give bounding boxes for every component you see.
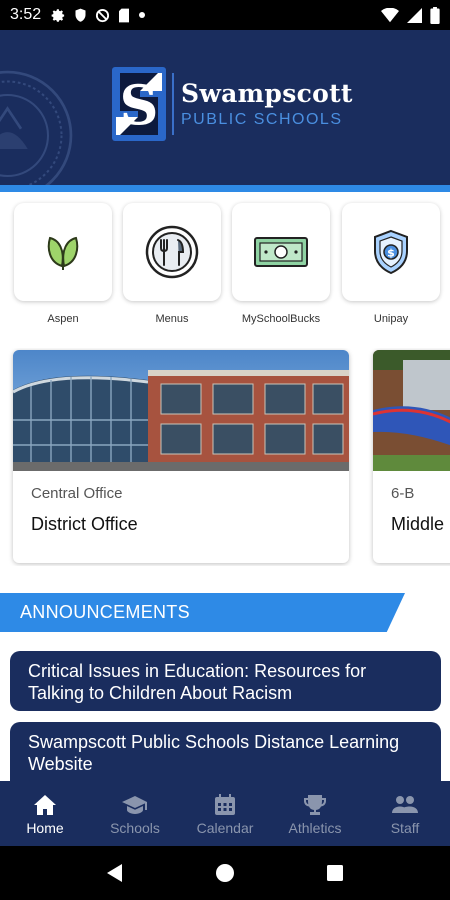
nav-label: Calendar — [196, 820, 254, 836]
signal-icon — [407, 7, 422, 23]
nav-label: Staff — [390, 820, 420, 836]
shield-icon — [75, 8, 86, 22]
home-icon — [34, 795, 56, 815]
leaf-icon — [47, 236, 79, 270]
schools-carousel[interactable]: Central Office District Office 6-B Middl… — [0, 348, 450, 566]
announcements-heading: ANNOUNCEMENTS — [0, 593, 405, 632]
announcements-heading-label: ANNOUNCEMENTS — [20, 602, 190, 622]
plate-utensils-icon — [145, 225, 199, 279]
nav-label: Athletics — [288, 820, 342, 836]
district-subtitle: PUBLIC SCHOOLS — [181, 110, 343, 128]
announcement-item[interactable]: Swampscott Public Schools Distance Learn… — [10, 722, 441, 781]
quick-link-myschoolbucks[interactable]: MySchoolBucks — [232, 203, 330, 325]
dot-icon — [139, 12, 146, 18]
nav-schools[interactable]: Schools — [90, 781, 180, 846]
sd-card-icon — [119, 8, 130, 22]
status-bar: 3:52 — [0, 0, 450, 30]
trophy-icon — [304, 795, 326, 815]
header-accent-stripe — [0, 185, 450, 192]
nav-staff[interactable]: Staff — [360, 781, 450, 846]
quick-link-label: Aspen — [47, 313, 79, 325]
district-name: Swampscott — [181, 78, 353, 108]
school-card-middle[interactable]: 6-B Middle — [373, 350, 450, 563]
quick-link-menus[interactable]: Menus — [123, 203, 221, 325]
home-circle-icon[interactable] — [215, 863, 235, 883]
nav-athletics[interactable]: Athletics — [270, 781, 360, 846]
announcement-item[interactable]: Critical Issues in Education: Resources … — [10, 651, 441, 711]
school-card-district-office[interactable]: Central Office District Office — [13, 350, 349, 563]
school-photo — [373, 350, 450, 471]
app-header: S Swampscott PUBLIC SCHOOLS — [0, 30, 450, 185]
nav-home[interactable]: Home — [0, 781, 90, 846]
quick-link-label: MySchoolBucks — [241, 313, 321, 325]
nav-label: Home — [26, 820, 64, 836]
school-card-subtitle: 6-B — [391, 485, 415, 502]
announcement-text: Critical Issues in Education: Resources … — [28, 661, 367, 703]
quick-link-label: Menus — [155, 313, 189, 325]
quick-link-aspen[interactable]: Aspen — [14, 203, 112, 325]
announcement-text: Swampscott Public Schools Distance Learn… — [28, 732, 400, 774]
quick-link-label: Unipay — [373, 313, 409, 325]
school-photo — [13, 350, 349, 471]
logo-divider — [172, 73, 174, 135]
recents-icon[interactable] — [326, 864, 344, 882]
school-card-subtitle: Central Office — [31, 485, 123, 502]
town-seal-watermark — [0, 70, 73, 185]
dollar-shield-icon: $ — [374, 229, 408, 275]
graduation-cap-icon — [122, 796, 147, 814]
district-logo: S Swampscott PUBLIC SCHOOLS — [112, 67, 353, 141]
nav-label: Schools — [110, 820, 160, 836]
blocked-icon — [96, 8, 110, 22]
system-navigation-bar — [0, 846, 450, 900]
bottom-navigation: Home Schools Calendar Athletics Staff — [0, 781, 450, 846]
gear-icon — [51, 8, 65, 22]
back-icon[interactable] — [106, 863, 124, 883]
money-bill-icon — [254, 237, 308, 267]
svg-text:$: $ — [387, 247, 395, 260]
school-card-title: Middle — [391, 514, 445, 534]
battery-icon — [430, 6, 440, 24]
status-time: 3:52 — [10, 6, 42, 23]
users-icon — [392, 796, 418, 813]
quick-links-row: Aspen Menus MySchoolBucks $ Unipay — [0, 192, 450, 332]
nav-calendar[interactable]: Calendar — [180, 781, 270, 846]
svg-text:S: S — [120, 73, 159, 137]
wifi-icon — [381, 7, 399, 22]
logo-s-mark: S — [112, 67, 166, 141]
quick-link-unipay[interactable]: $ Unipay — [342, 203, 440, 325]
calendar-icon — [215, 794, 235, 815]
school-card-title: District Office — [31, 514, 138, 534]
